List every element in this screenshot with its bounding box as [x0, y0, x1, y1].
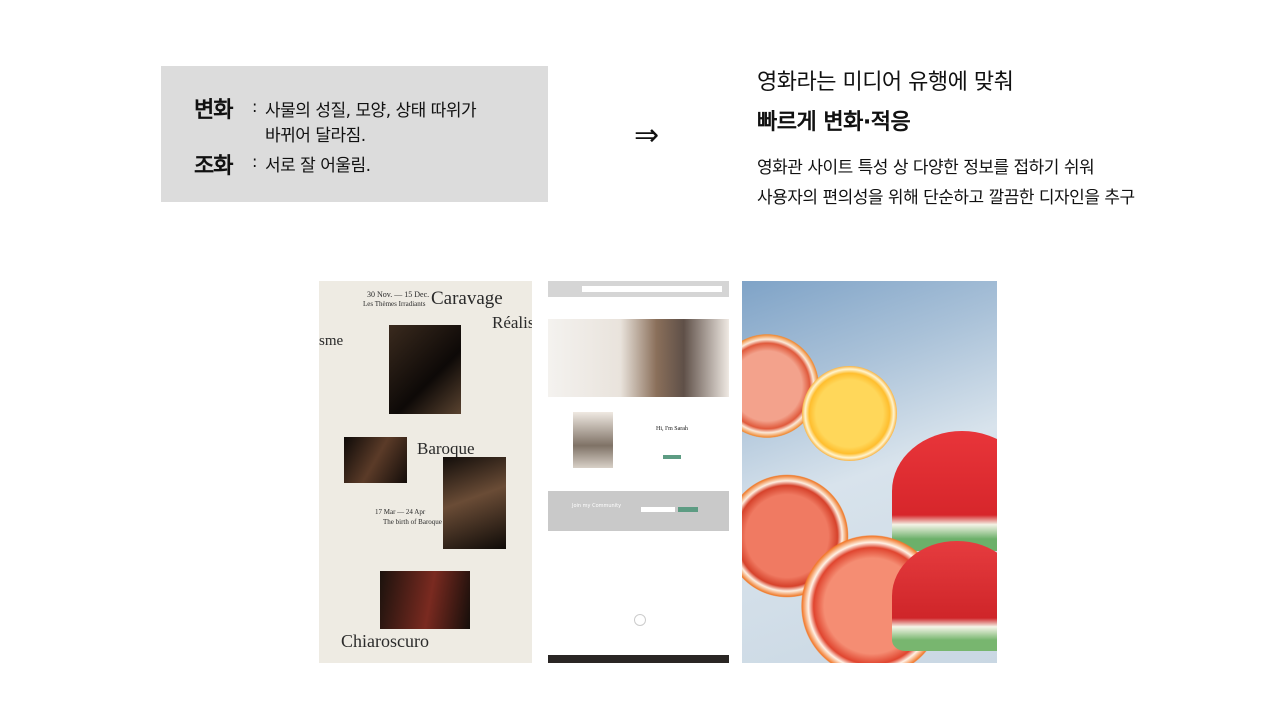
- arrow-right-icon: ⇒: [634, 118, 660, 153]
- website-mockup-image: Hi, I'm Sarah Join my Community: [548, 281, 729, 663]
- definition-box: 변화 : 사물의 성질, 모양, 상태 따위가 바뀌어 달라짐. 조화 : 서로…: [161, 66, 548, 202]
- greeting-text: Hi, I'm Sarah: [656, 426, 688, 432]
- poster-sme: sme: [319, 333, 344, 349]
- colon: :: [252, 152, 258, 171]
- orange-slice: [802, 366, 897, 461]
- painting-1: [389, 325, 461, 414]
- definition-harmony: 서로 잘 어울림.: [265, 156, 371, 176]
- definition-change-line2: 바뀌어 달라짐.: [265, 126, 366, 146]
- painting-2: [344, 437, 407, 483]
- poster-baroque: Baroque: [417, 439, 475, 458]
- description-line2: 사용자의 편의성을 위해 단순하고 깔끔한 디자인을 추구: [757, 188, 1135, 208]
- heading-line: 영화라는 미디어 유행에 맞춰: [757, 70, 1014, 95]
- poster-dates-1: 30 Nov. — 15 Dec.: [367, 290, 430, 299]
- profile-photo: [573, 412, 613, 468]
- poster-subtitle-2: The birth of Baroque: [383, 518, 442, 526]
- footer-bar: [548, 655, 729, 663]
- poster-caravage: Caravage: [431, 288, 503, 309]
- poster-chiaroscuro: Chiaroscuro: [341, 631, 429, 651]
- fruit-photo-image: [742, 281, 997, 663]
- poster-dates-2: 17 Mar — 24 Apr: [375, 508, 426, 516]
- painting-3: [443, 457, 506, 549]
- subscribe-button: [678, 507, 698, 512]
- hero-photo: [548, 319, 729, 397]
- cta-button: [663, 455, 681, 459]
- poster-subtitle-1: Les Thèmes Irradiants: [363, 300, 426, 308]
- watermelon-slice: [892, 431, 997, 551]
- community-band: [548, 491, 729, 531]
- heading-bold: 빠르게 변화·적응: [757, 110, 911, 135]
- address-bar: [582, 286, 722, 292]
- poster-realis: Réalis: [492, 313, 532, 332]
- painting-4: [380, 571, 470, 629]
- term-harmony: 조화: [194, 154, 233, 179]
- email-field: [641, 507, 675, 512]
- community-text: Join my Community: [572, 503, 622, 509]
- poster-image: 30 Nov. — 15 Dec. Caravage Les Thèmes Ir…: [319, 281, 532, 663]
- term-change: 변화: [194, 98, 233, 123]
- colon: :: [252, 97, 258, 116]
- footer-logo: [634, 614, 646, 626]
- definition-change-line1: 사물의 성질, 모양, 상태 따위가: [265, 101, 477, 121]
- description-line1: 영화관 사이트 특성 상 다양한 정보를 접하기 쉬워: [757, 158, 1095, 178]
